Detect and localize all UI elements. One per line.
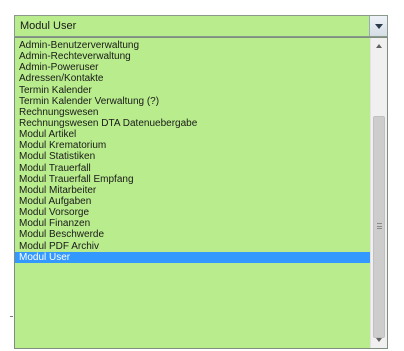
option-modul-mitarbeiter[interactable]: Modul Mitarbeiter (15, 185, 370, 196)
scroll-up-arrow-icon[interactable] (371, 38, 387, 54)
option-modul-finanzen[interactable]: Modul Finanzen (15, 218, 370, 229)
option-modul-pdf-archiv[interactable]: Modul PDF Archiv (15, 241, 370, 252)
scroll-down-arrow-icon[interactable] (371, 332, 387, 348)
option-termin-kalender[interactable]: Termin Kalender (15, 85, 370, 96)
dropdown-arrow-button[interactable] (369, 16, 387, 36)
module-select[interactable]: Modul User (14, 15, 388, 37)
option-adressen-kontakte[interactable]: Adressen/Kontakte (15, 73, 370, 84)
option-rechnungswesen-dta[interactable]: Rechnungswesen DTA Datenuebergabe (15, 118, 370, 129)
dropdown-list[interactable]: Admin-Benutzerverwaltung Admin-Rechtever… (14, 37, 388, 349)
option-termin-kalender-verwaltung[interactable]: Termin Kalender Verwaltung (?) (15, 96, 370, 107)
select-current-value: Modul User (20, 20, 77, 32)
option-modul-aufgaben[interactable]: Modul Aufgaben (15, 196, 370, 207)
scrollbar-thumb[interactable] (373, 116, 385, 338)
option-modul-artikel[interactable]: Modul Artikel (15, 129, 370, 140)
option-modul-beschwerde[interactable]: Modul Beschwerde (15, 229, 370, 240)
option-modul-user[interactable]: Modul User (15, 251, 370, 263)
option-modul-statistiken[interactable]: Modul Statistiken (15, 151, 370, 162)
option-modul-trauerfall-empfang[interactable]: Modul Trauerfall Empfang (15, 174, 370, 185)
option-modul-trauerfall[interactable]: Modul Trauerfall (15, 163, 370, 174)
option-admin-poweruser[interactable]: Admin-Poweruser (15, 62, 370, 73)
option-rechnungswesen[interactable]: Rechnungswesen (15, 107, 370, 118)
option-modul-vorsorge[interactable]: Modul Vorsorge (15, 207, 370, 218)
option-admin-benutzerverwaltung[interactable]: Admin-Benutzerverwaltung (15, 40, 370, 51)
option-modul-krematorium[interactable]: Modul Krematorium (15, 140, 370, 151)
option-admin-rechteverwaltung[interactable]: Admin-Rechteverwaltung (15, 51, 370, 62)
grip-icon (377, 223, 382, 229)
vertical-scrollbar[interactable] (370, 38, 387, 348)
background-tick-mark (10, 316, 13, 317)
screenshot-canvas: Modul User Admin-Benutzerverwaltung Admi… (0, 0, 404, 351)
option-list: Admin-Benutzerverwaltung Admin-Rechtever… (15, 40, 370, 263)
